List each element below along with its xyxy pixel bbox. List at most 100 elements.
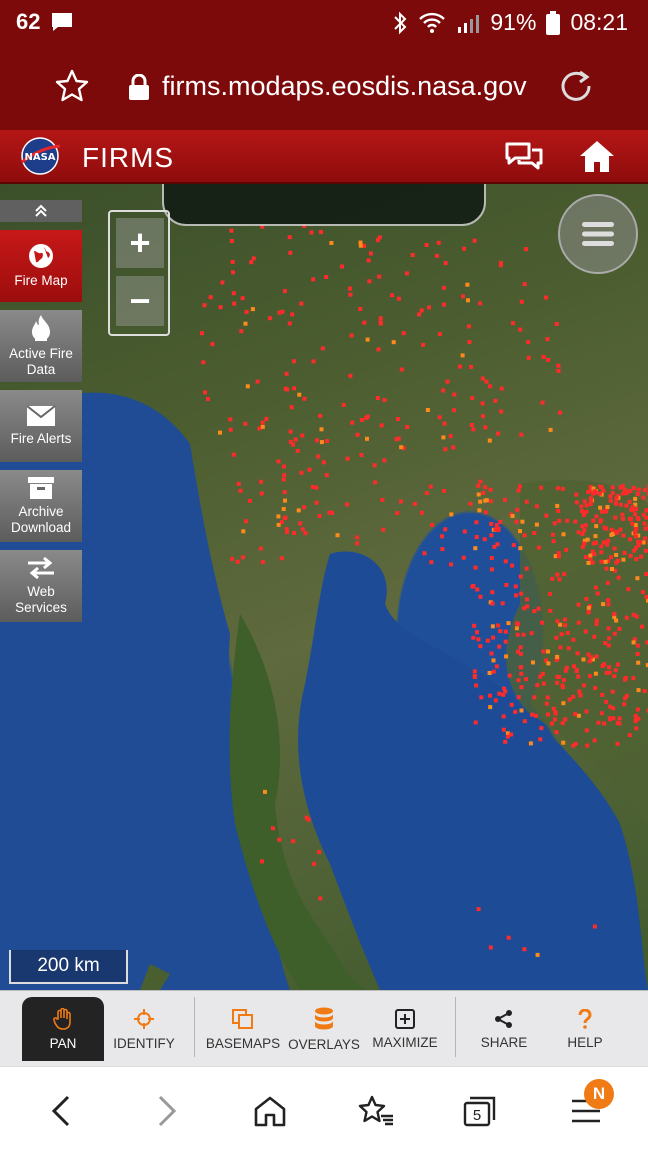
fire-point: [395, 511, 400, 516]
zoom-out-button[interactable]: −: [116, 276, 164, 326]
fire-point: [539, 485, 544, 490]
fire-point: [548, 591, 552, 596]
fire-point: [311, 359, 316, 364]
fire-point: [467, 324, 471, 329]
notification-count: 62: [16, 9, 41, 34]
forward-button[interactable]: [144, 1089, 188, 1133]
fire-point: [553, 711, 558, 716]
fire-point: [612, 611, 617, 616]
fire-point: [276, 514, 281, 519]
fire-point: [525, 597, 529, 602]
fire-point: [503, 559, 508, 564]
fire-point: [259, 491, 264, 496]
fire-point: [244, 519, 249, 524]
fire-point: [633, 719, 638, 724]
fire-point: [324, 275, 329, 279]
basemaps-label: BASEMAPS: [205, 1035, 281, 1051]
fire-point: [228, 427, 233, 432]
fire-point: [276, 459, 281, 464]
fire-point: [566, 646, 571, 651]
fire-point: [517, 484, 522, 489]
fire-point: [497, 644, 502, 649]
fire-point: [281, 477, 286, 482]
bookmarks-button[interactable]: [354, 1089, 398, 1133]
pan-button[interactable]: PAN: [22, 997, 104, 1061]
tabs-button[interactable]: 5: [458, 1089, 502, 1133]
fire-point: [481, 414, 485, 419]
chat-icon[interactable]: [504, 140, 544, 174]
fire-point: [497, 691, 502, 696]
fire-point: [208, 295, 213, 300]
fire-point: [460, 353, 465, 358]
fire-point: [373, 480, 378, 485]
fire-point: [609, 555, 614, 560]
fire-point: [576, 602, 581, 607]
fire-point: [617, 716, 622, 721]
fire-point: [552, 521, 557, 526]
fire-point: [425, 408, 430, 412]
fire-point: [562, 572, 567, 577]
fire-point: [550, 532, 555, 537]
fire-point: [348, 292, 353, 297]
collapse-nav-button[interactable]: [0, 200, 82, 222]
fire-point: [317, 514, 322, 518]
fire-point: [297, 392, 302, 397]
overlays-button[interactable]: OVERLAYS: [288, 997, 360, 1061]
fire-point: [303, 531, 308, 536]
fire-point: [546, 358, 551, 362]
sidebar-item-fire-alerts[interactable]: Fire Alerts: [0, 390, 82, 462]
map-info-tab[interactable]: [162, 184, 486, 226]
help-button[interactable]: HELP: [556, 997, 614, 1061]
fire-point: [203, 390, 207, 395]
fire-point: [551, 706, 556, 711]
fire-point: [520, 519, 525, 524]
url-text[interactable]: firms.modaps.eosdis.nasa.gov: [162, 71, 527, 102]
fire-point: [574, 492, 579, 497]
browser-home-button[interactable]: [248, 1089, 292, 1133]
fire-point: [516, 488, 521, 493]
sidebar-item-web-services[interactable]: Web Services: [0, 550, 82, 622]
layers-menu-button[interactable]: [558, 194, 638, 274]
share-button[interactable]: SHARE: [472, 997, 536, 1061]
map-scale: 200 km: [9, 950, 128, 984]
fire-point: [461, 294, 465, 299]
fire-point: [319, 427, 324, 432]
fire-point: [513, 709, 518, 714]
fire-point: [536, 545, 541, 550]
fire-point: [421, 342, 426, 347]
fire-point: [546, 661, 551, 666]
nasa-logo[interactable]: NASA: [18, 136, 62, 176]
bookmark-star-icon[interactable]: [54, 68, 90, 104]
fire-point: [290, 312, 295, 317]
fire-point: [601, 602, 606, 607]
sidebar-item-label: Fire Alerts: [10, 431, 72, 446]
basemaps-button[interactable]: BASEMAPS: [204, 997, 282, 1061]
fire-point: [231, 291, 236, 296]
fire-point: [271, 826, 275, 831]
fire-point: [617, 626, 622, 631]
fire-point: [600, 663, 605, 668]
fire-map[interactable]: Fire Map Active Fire Data Fire Alerts Ar…: [0, 184, 648, 990]
fire-point: [614, 495, 619, 500]
home-icon[interactable]: [578, 138, 616, 174]
fire-point: [258, 546, 263, 551]
sidebar-item-archive-download[interactable]: Archive Download: [0, 470, 82, 542]
fire-point: [482, 537, 487, 542]
fire-point: [449, 512, 454, 517]
fire-point: [478, 644, 483, 649]
identify-button[interactable]: IDENTIFY: [110, 997, 178, 1061]
message-icon: [52, 13, 73, 31]
back-button[interactable]: [40, 1089, 84, 1133]
fire-point: [243, 321, 248, 326]
fire-point: [598, 505, 603, 510]
fire-point: [506, 621, 511, 626]
fire-point: [318, 413, 323, 418]
reload-icon[interactable]: [558, 68, 594, 104]
identify-label: IDENTIFY: [113, 1035, 175, 1051]
fire-point: [613, 668, 618, 673]
zoom-in-button[interactable]: +: [116, 218, 164, 268]
maximize-button[interactable]: MAXIMIZE: [368, 997, 442, 1061]
sidebar-item-fire-map[interactable]: Fire Map: [0, 230, 82, 302]
fire-point: [541, 649, 546, 654]
sidebar-item-active-fire-data[interactable]: Active Fire Data: [0, 310, 82, 382]
